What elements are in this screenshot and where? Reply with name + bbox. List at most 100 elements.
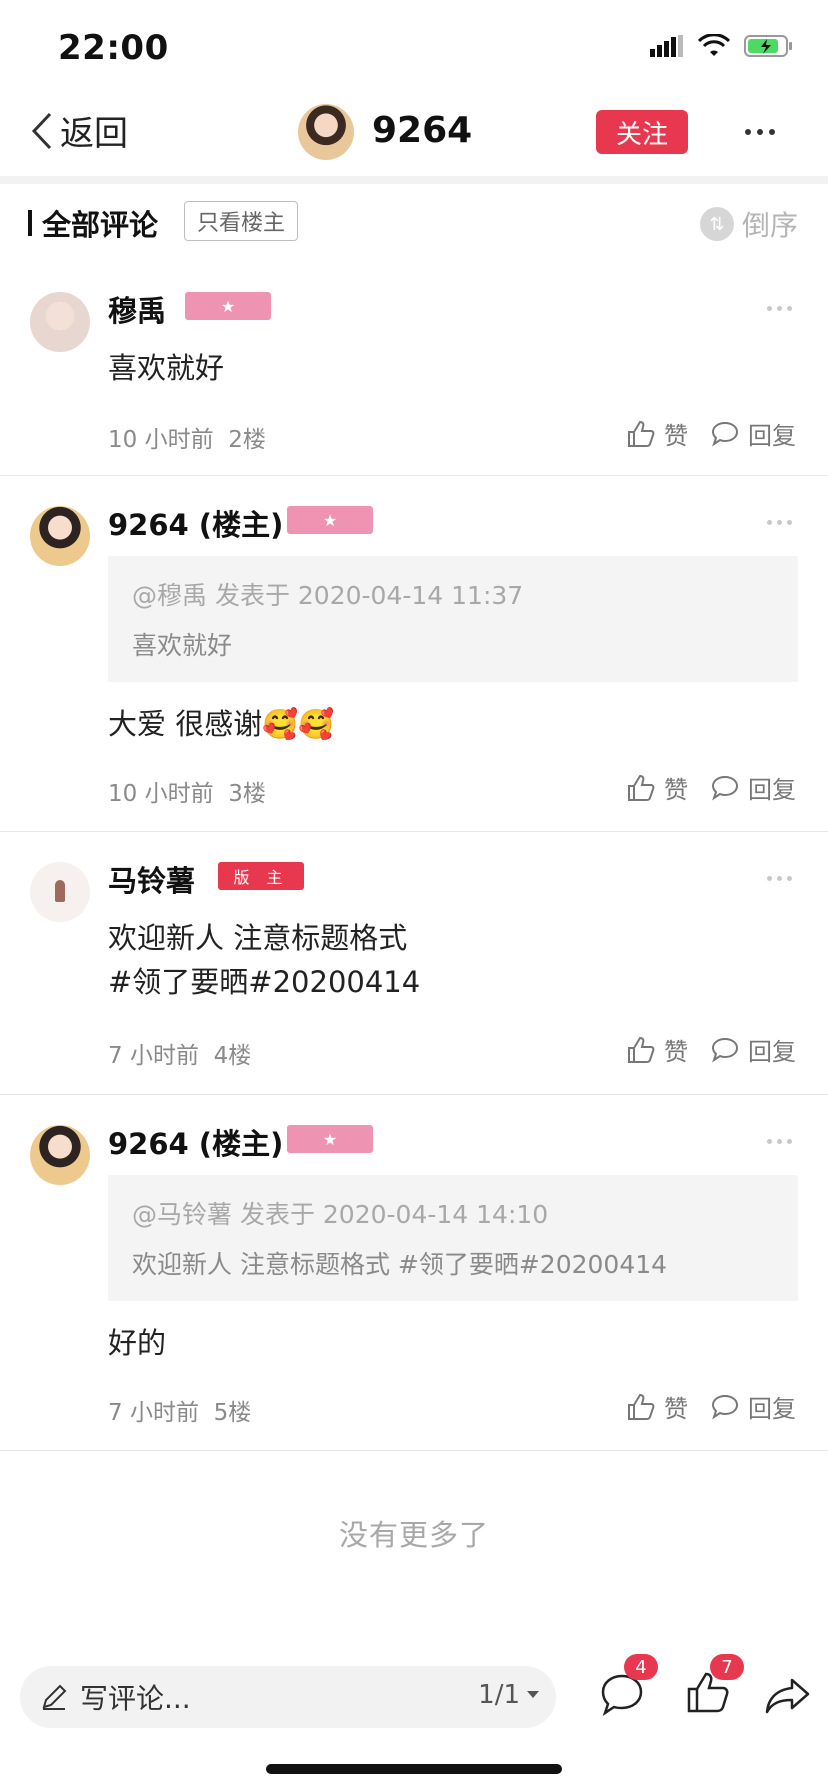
comment-more-icon[interactable]: [767, 876, 792, 881]
status-indicators: [650, 34, 794, 58]
like-label: 赞: [664, 1038, 688, 1066]
comment-text-line: 欢迎新人 注意标题格式: [108, 921, 408, 955]
comment-floor: 3楼: [228, 781, 266, 807]
comment-button[interactable]: 4: [594, 1654, 658, 1722]
level-badge: ★: [287, 506, 373, 534]
page-selector[interactable]: 1/1: [478, 1680, 540, 1710]
like-label: 赞: [664, 776, 688, 804]
all-comments-title: 全部评论: [28, 202, 158, 244]
comment-item: 9264 (楼主) ★ @马铃薯 发表于 2020-04-14 14:10 欢迎…: [0, 1095, 828, 1450]
reply-button[interactable]: 回复: [710, 1032, 796, 1067]
comment-text: 好的: [108, 1326, 167, 1360]
reply-icon: [711, 1037, 739, 1062]
comment-floor: 4楼: [213, 1043, 252, 1069]
comment-meta: 10 小时前 3楼: [108, 774, 266, 808]
quoted-comment: @穆禹 发表于 2020-04-14 11:37 喜欢就好: [108, 556, 798, 682]
comment-more-icon[interactable]: [767, 1139, 792, 1144]
back-button[interactable]: 返回: [30, 106, 128, 155]
level-badge: ★: [185, 292, 271, 320]
comment-item: 9264 (楼主) ★ @穆禹 发表于 2020-04-14 11:37 喜欢就…: [0, 476, 828, 831]
like-button[interactable]: 赞: [626, 416, 688, 451]
like-button[interactable]: 赞: [626, 1032, 688, 1067]
comment-input[interactable]: 写评论... 1/1: [20, 1666, 556, 1728]
wifi-icon: [698, 34, 730, 56]
quote-header: @穆禹 发表于 2020-04-14 11:37: [132, 581, 524, 610]
reply-label: 回复: [748, 422, 796, 450]
comment-meta: 7 小时前 4楼: [108, 1036, 251, 1070]
comment-actions: 赞 回复: [626, 770, 796, 805]
comment-text: 大爱 很感谢🥰🥰: [108, 707, 335, 741]
reply-icon: [711, 775, 739, 800]
comment-username[interactable]: 9264 (楼主): [108, 502, 283, 544]
reply-label: 回复: [748, 1395, 796, 1423]
comment-username[interactable]: 马铃薯: [108, 858, 195, 900]
comment-text-line: #领了要晒#20200414: [108, 965, 421, 999]
like-post-button[interactable]: 7: [680, 1654, 744, 1720]
share-button[interactable]: [760, 1668, 816, 1724]
level-badge: ★: [287, 1125, 373, 1153]
comment-time: 7 小时前: [108, 1400, 199, 1426]
all-comments-label: 全部评论: [42, 208, 159, 242]
back-label: 返回: [60, 114, 128, 154]
signal-icon: [650, 35, 683, 57]
more-icon[interactable]: [738, 114, 782, 150]
header-divider: [0, 176, 828, 184]
follow-button[interactable]: 关注: [596, 110, 688, 154]
sort-label: 倒序: [741, 209, 798, 242]
only-host-button[interactable]: 只看楼主: [184, 201, 299, 241]
author-name[interactable]: 9264: [372, 110, 472, 151]
comment-text: 喜欢就好: [108, 351, 225, 385]
comment-placeholder: 写评论...: [80, 1682, 191, 1715]
comment-floor: 2楼: [228, 427, 266, 453]
moderator-badge: 版 主: [218, 862, 304, 890]
like-label: 赞: [664, 1395, 688, 1423]
like-icon: [628, 774, 655, 801]
title-bar: [28, 210, 32, 236]
quote-header: @马铃薯 发表于 2020-04-14 14:10: [132, 1200, 549, 1229]
pen-icon: [42, 1684, 67, 1710]
reply-button[interactable]: 回复: [710, 770, 796, 805]
share-icon: [765, 1678, 810, 1714]
comment-username[interactable]: 9264 (楼主): [108, 1121, 283, 1163]
reply-label: 回复: [748, 1038, 796, 1066]
comment-item: 马铃薯 版 主 欢迎新人 注意标题格式 #领了要晒#20200414 7 小时前…: [0, 832, 828, 1094]
sort-toggle[interactable]: ⇅ 倒序: [699, 204, 798, 244]
quoted-comment: @马铃薯 发表于 2020-04-14 14:10 欢迎新人 注意标题格式 #领…: [108, 1175, 798, 1301]
comment-actions: 赞 回复: [626, 1389, 796, 1424]
status-time: 22:00: [58, 28, 169, 68]
reply-button[interactable]: 回复: [710, 416, 796, 451]
comment-floor: 5楼: [213, 1400, 252, 1426]
home-indicator: [266, 1764, 562, 1774]
like-count-badge: 7: [710, 1654, 744, 1680]
comment-actions: 赞 回复: [626, 1032, 796, 1067]
like-button[interactable]: 赞: [626, 770, 688, 805]
like-label: 赞: [664, 422, 688, 450]
reply-button[interactable]: 回复: [710, 1389, 796, 1424]
comment-username[interactable]: 穆禹: [108, 288, 166, 330]
comment-meta: 7 小时前 5楼: [108, 1393, 251, 1427]
avatar[interactable]: [30, 292, 90, 352]
comment-more-icon[interactable]: [767, 306, 792, 311]
comment-actions: 赞 回复: [626, 416, 796, 451]
like-icon: [628, 1393, 655, 1420]
no-more-text: 没有更多了: [338, 1518, 489, 1552]
author-avatar[interactable]: [298, 104, 354, 160]
page-indicator: 1/1: [478, 1680, 520, 1710]
sort-icon: ⇅: [699, 207, 734, 241]
reply-icon: [711, 421, 739, 446]
avatar[interactable]: [30, 506, 90, 566]
battery-icon: [744, 35, 792, 57]
comment-time: 7 小时前: [108, 1043, 199, 1069]
avatar[interactable]: [30, 1125, 90, 1185]
like-icon: [628, 1036, 655, 1063]
comment-more-icon[interactable]: [767, 520, 792, 525]
comment-divider: [0, 1450, 828, 1451]
like-icon: [628, 420, 655, 447]
reply-icon: [711, 1394, 739, 1419]
chevron-down-icon: [527, 1691, 539, 1698]
like-button[interactable]: 赞: [626, 1389, 688, 1424]
back-icon: [31, 112, 52, 149]
quote-body: 喜欢就好: [132, 631, 233, 660]
avatar[interactable]: [30, 862, 90, 922]
comment-time: 10 小时前: [108, 427, 214, 453]
